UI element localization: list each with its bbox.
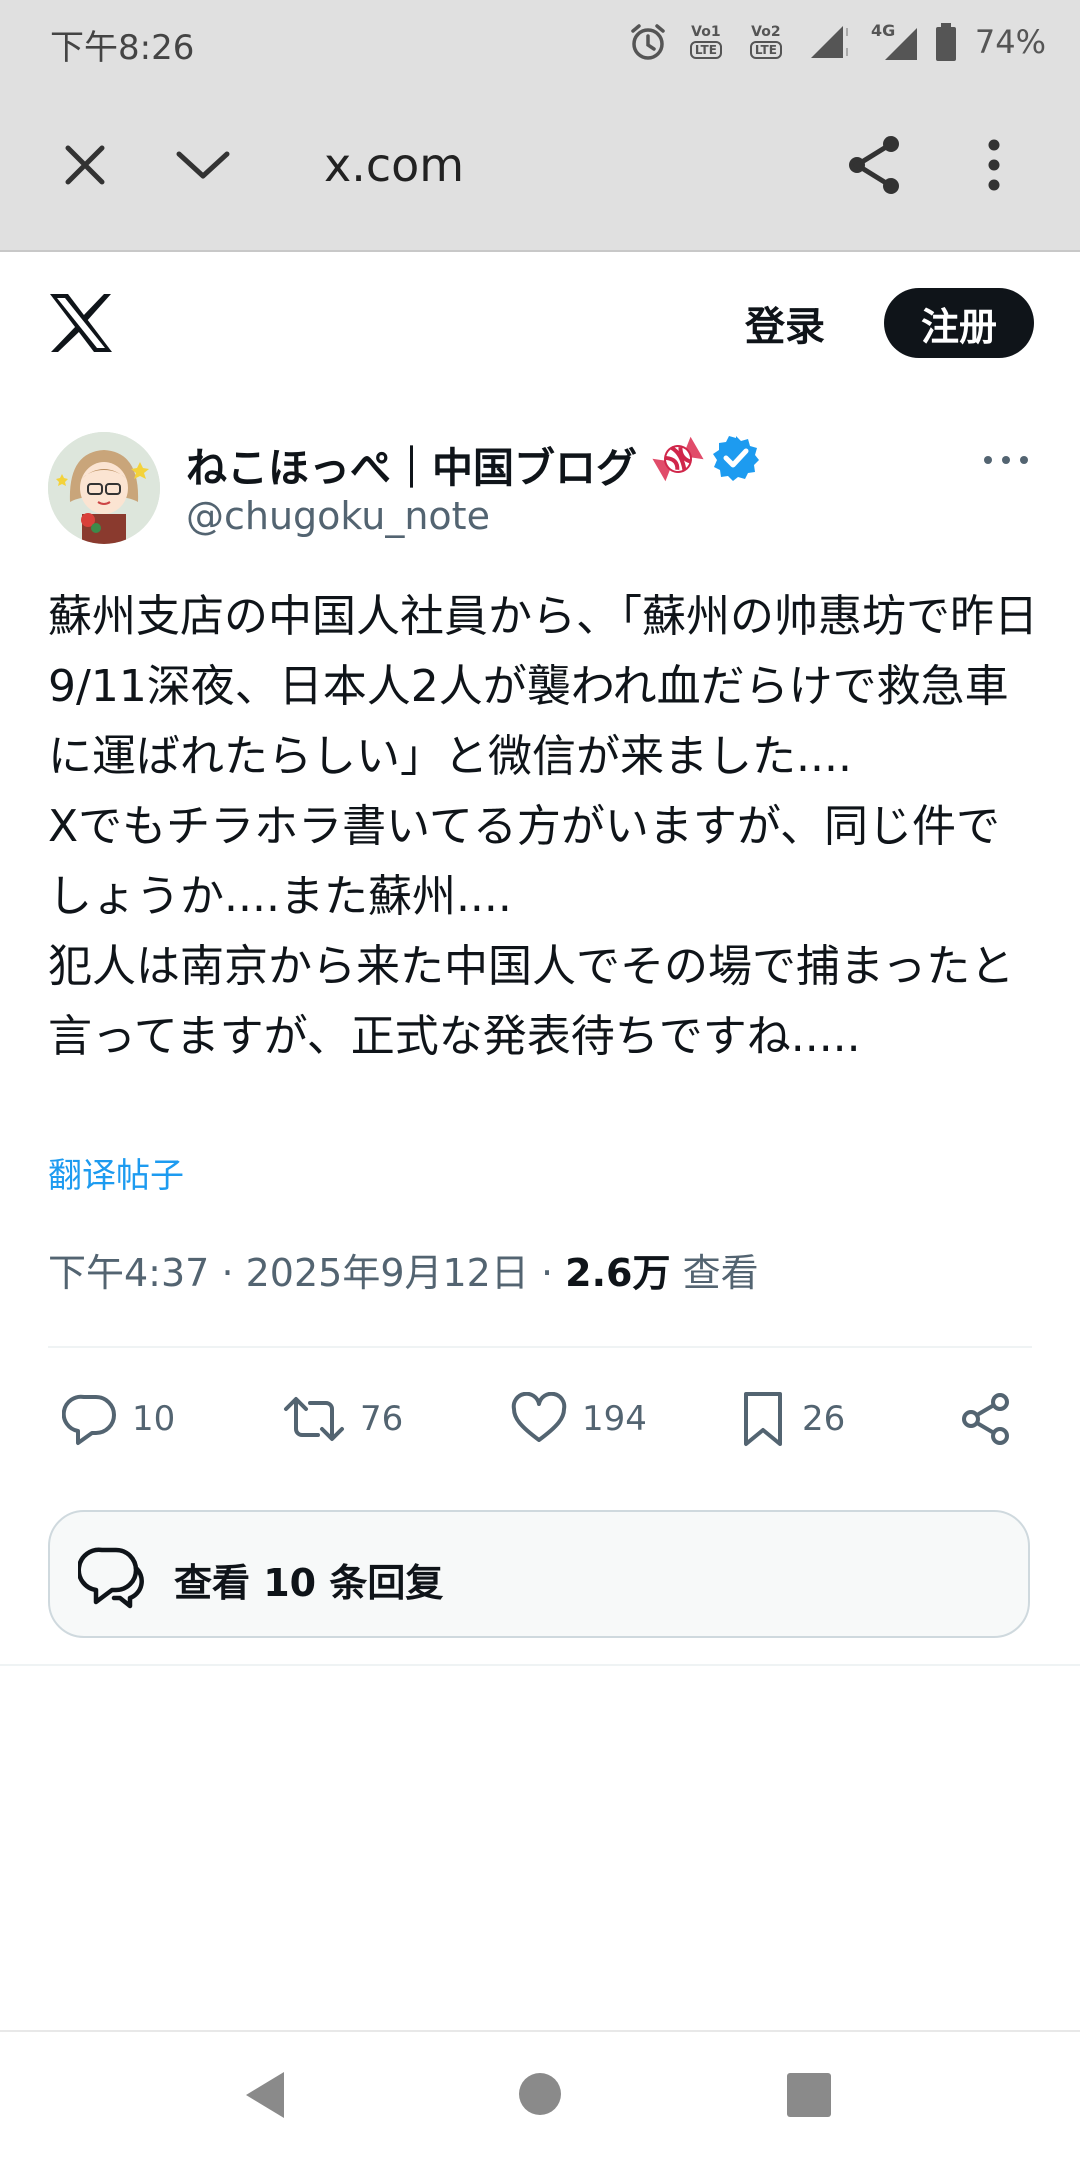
meta-separator-1: · <box>221 1251 234 1295</box>
meta-separator-2: · <box>540 1251 554 1295</box>
candy-icon <box>652 432 704 486</box>
reply-count: 10 <box>132 1399 176 1439</box>
signal-2-icon: 4G <box>865 20 921 64</box>
view-replies-button[interactable]: 查看 10 条回复 <box>48 1510 1030 1638</box>
bookmark-count: 26 <box>802 1399 846 1439</box>
reply-button[interactable]: 10 <box>62 1384 175 1454</box>
reply-icon <box>62 1394 116 1445</box>
alarm-icon <box>627 21 669 63</box>
share-post-button[interactable] <box>958 1384 1014 1454</box>
volte-2-label: Vo2 <box>751 24 781 40</box>
browser-toolbar: x.com <box>0 86 1080 252</box>
navigation-bar <box>0 2030 1080 2162</box>
repost-button[interactable]: 76 <box>282 1384 403 1454</box>
tweet-meta: 下午4:37 · 2025年9月12日 · 2.6万 查看 <box>48 1242 759 1297</box>
signal-1-icon <box>803 22 851 62</box>
status-bar: 下午8:26 Vo1 LTE Vo2 LTE 4G 74% <box>0 0 1080 86</box>
volte-2-icon: Vo2 LTE <box>743 20 789 64</box>
repost-count: 76 <box>360 1399 404 1439</box>
signup-button[interactable]: 注册 <box>884 288 1034 358</box>
lte-1-label: LTE <box>689 41 722 59</box>
battery-icon <box>935 22 957 62</box>
like-count: 194 <box>582 1399 647 1439</box>
network-type-label: 4G <box>871 21 895 40</box>
more-vertical-icon[interactable] <box>972 132 1016 198</box>
tweet-date[interactable]: 2025年9月12日 <box>246 1251 529 1295</box>
views-label: 查看 <box>682 1251 759 1295</box>
like-button[interactable]: 194 <box>510 1384 647 1454</box>
display-name[interactable]: ねこほっぺ｜中国ブログ <box>186 434 637 494</box>
bookmark-icon <box>744 1392 782 1446</box>
volte-1-label: Vo1 <box>691 24 721 40</box>
chevron-down-icon[interactable] <box>170 132 236 198</box>
divider <box>48 1346 1032 1348</box>
replies-icon <box>78 1547 144 1609</box>
recents-icon[interactable] <box>786 2072 832 2122</box>
view-replies-label: 查看 10 条回复 <box>174 1561 444 1605</box>
bookmark-button[interactable]: 26 <box>738 1384 845 1454</box>
repost-icon <box>284 1397 344 1441</box>
x-logo-icon[interactable] <box>48 292 114 354</box>
share-icon[interactable] <box>842 132 908 198</box>
section-divider <box>0 1664 1080 1666</box>
home-icon[interactable] <box>518 2072 562 2120</box>
url-text[interactable]: x.com <box>324 138 464 192</box>
back-icon[interactable] <box>244 2070 288 2124</box>
more-horizontal-icon[interactable] <box>984 448 1028 472</box>
lte-2-label: LTE <box>749 41 782 59</box>
avatar[interactable] <box>48 432 160 544</box>
battery-percent: 74% <box>974 23 1046 61</box>
login-button[interactable]: 登录 <box>730 295 840 351</box>
heart-icon <box>511 1392 567 1442</box>
tweet-text: 蘇州支店の中国人社員から、「蘇州の帅惠坊で昨日9/11深夜、日本人2人が襲われ血… <box>48 591 1038 1062</box>
close-icon[interactable] <box>52 132 118 198</box>
status-icons: Vo1 LTE Vo2 LTE 4G 74% <box>627 18 1046 66</box>
volte-1-icon: Vo1 LTE <box>683 20 729 64</box>
views-count: 2.6万 <box>565 1251 671 1295</box>
translate-post-link[interactable]: 翻译帖子 <box>48 1148 184 1197</box>
verified-badge-icon[interactable] <box>712 434 760 482</box>
user-handle[interactable]: @chugoku_note <box>186 494 490 538</box>
share-post-icon <box>962 1393 1009 1445</box>
status-time: 下午8:26 <box>50 28 195 68</box>
tweet-time[interactable]: 下午4:37 <box>48 1251 209 1295</box>
